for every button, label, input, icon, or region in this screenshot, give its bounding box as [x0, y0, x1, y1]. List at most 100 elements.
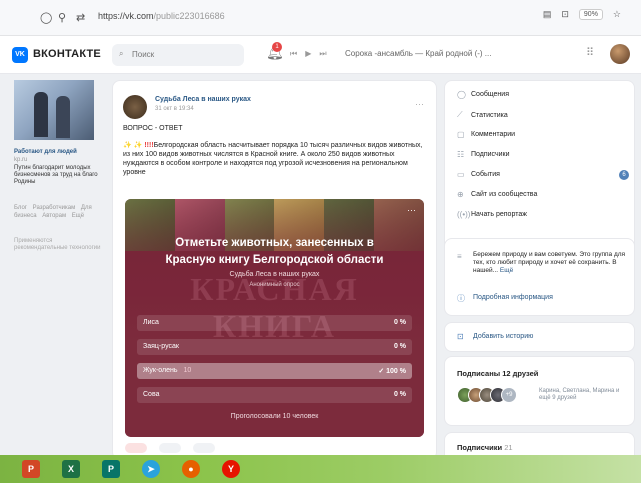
search-input[interactable]	[132, 50, 232, 59]
menu-item-label: Начать репортаж	[471, 211, 527, 218]
footer-links: Блог Разработчикам Для бизнеса Авторам Е…	[14, 204, 104, 220]
poll-option-label: Лиса	[143, 319, 159, 326]
previous-icon[interactable]: ⏮	[290, 49, 297, 59]
subscribers-title[interactable]: Подписчики 21	[457, 443, 513, 452]
poll-options: Лиса 0 % Заяц-русак 0 % Жук-олень 10 ✓ 10…	[137, 315, 412, 411]
link-authors[interactable]: Авторам	[42, 213, 66, 219]
reader-view-icon[interactable]: ▤	[543, 9, 552, 20]
search-icon: ⌕	[119, 49, 124, 58]
link-more[interactable]: Ещё	[72, 213, 84, 219]
info-icon: ⓘ	[457, 294, 465, 303]
poll-options-icon[interactable]: ···	[407, 205, 416, 215]
publisher-icon[interactable]: P	[102, 460, 120, 478]
like-button[interactable]	[125, 443, 147, 453]
poll-option[interactable]: Сова 0 %	[137, 387, 412, 403]
poll-type: Анонимный опрос	[249, 282, 300, 288]
community-menu: ◯ Сообщения ⟋ Статистика ▢ Комментарии ☷ Под…	[444, 80, 635, 256]
shield-icon[interactable]: ◯	[40, 11, 52, 24]
apps-grid-icon[interactable]: ⠿	[586, 46, 594, 59]
poll-author[interactable]: Судьба Леса в наших руках	[125, 271, 424, 278]
url-path: /public223016686	[153, 11, 225, 21]
now-playing[interactable]: Сорока -ансамбль — Край родной (-) ...	[345, 49, 491, 58]
post-author-avatar[interactable]	[123, 95, 147, 119]
ad-title[interactable]: Работают для людей	[14, 148, 104, 156]
menu-item-website[interactable]: ⊕ Сайт из сообщества	[457, 190, 629, 199]
poll: ··· КРАСНАЯ КНИГА Отметьте животных, зан…	[125, 199, 424, 437]
friends-subscribed: Подписаны 12 друзей +9 Карина, Светлана,…	[444, 356, 635, 426]
vk-logo[interactable]: VK	[12, 47, 28, 63]
menu-item-messages[interactable]: ◯ Сообщения	[457, 90, 629, 99]
more-friends-badge[interactable]: +9	[501, 387, 517, 403]
excel-icon[interactable]: X	[62, 460, 80, 478]
play-icon[interactable]: ▶	[305, 49, 311, 59]
comment-button[interactable]	[159, 443, 181, 453]
post-actions	[125, 443, 215, 453]
menu-item-label: Сайт из сообщества	[471, 191, 538, 198]
notifications-badge: 1	[272, 42, 282, 52]
message-icon: ◯	[457, 90, 466, 99]
link-blog[interactable]: Блог	[14, 205, 27, 211]
poll-option-percent: ✓ 100 %	[378, 368, 406, 375]
user-avatar[interactable]	[610, 44, 630, 64]
subscribers-icon: ☷	[457, 150, 465, 159]
zoom-level[interactable]: 90%	[578, 9, 603, 20]
more-link[interactable]: Ещё	[500, 267, 513, 274]
poll-vote-count[interactable]: Проголосовали 10 человек	[125, 413, 424, 420]
menu-item-broadcast[interactable]: ((•)) Начать репортаж	[457, 210, 629, 219]
add-story-link[interactable]: Добавить историю	[473, 333, 533, 340]
events-badge: 6	[619, 169, 629, 180]
link-developers[interactable]: Разработчикам	[33, 205, 76, 211]
menu-item-events[interactable]: ▭ События 6	[457, 169, 629, 180]
recommendation-note[interactable]: Применяются рекомендательные технологии	[14, 238, 104, 252]
lock-icon[interactable]: ⚲	[58, 11, 66, 24]
community-info: ≡ Бережем природу и вам советуем. Это гр…	[444, 238, 635, 316]
menu-item-label: Сообщения	[471, 91, 509, 98]
poll-option[interactable]: Заяц-русак 0 %	[137, 339, 412, 355]
poll-title-line2: Красную книгу Белгородской области	[165, 254, 384, 266]
poll-option[interactable]: Лиса 0 %	[137, 315, 412, 331]
more-options-icon[interactable]: ···	[415, 99, 424, 109]
description-icon: ≡	[457, 252, 462, 261]
share-button[interactable]	[193, 443, 215, 453]
comment-icon: ▢	[457, 130, 465, 139]
wall-post: Судьба Леса в наших руках 31 окт в 19:34…	[112, 80, 437, 460]
ad-image[interactable]	[14, 80, 94, 140]
yandex-browser-icon[interactable]: Y	[222, 460, 240, 478]
telegram-icon[interactable]: ➤	[142, 460, 160, 478]
add-story-card[interactable]: ⊡ Добавить историю	[444, 322, 635, 352]
menu-item-label: Комментарии	[471, 131, 516, 138]
poll-option-percent: 0 %	[393, 391, 406, 398]
menu-item-comments[interactable]: ▢ Комментарии	[457, 130, 629, 139]
screenshot-icon[interactable]: ⊡	[561, 9, 569, 20]
menu-item-statistics[interactable]: ⟋ Статистика	[457, 110, 629, 120]
stats-icon: ⟋	[457, 110, 463, 119]
friends-names[interactable]: Карина, Светлана, Марина и ещё 9 друзей	[539, 388, 631, 402]
post-body: Белгородская область насчитывает порядка…	[123, 142, 423, 176]
poll-option-percent: 0 %	[393, 319, 406, 326]
ad-text[interactable]: Путин благодарит молодых бизнесменов за …	[14, 165, 104, 186]
address-bar[interactable]: https://vk.com/public223016686	[98, 11, 225, 21]
menu-item-label: Подписчики	[471, 151, 510, 158]
powerpoint-icon[interactable]: P	[22, 460, 40, 478]
poll-title: Отметьте животных, занесенных в Красную …	[125, 235, 424, 269]
details-link[interactable]: Подробная информация	[473, 294, 553, 301]
friends-title[interactable]: Подписаны 12 друзей	[457, 369, 538, 378]
firefox-icon[interactable]: ●	[182, 460, 200, 478]
poll-option[interactable]: Жук-олень 10 ✓ 100 %	[137, 363, 412, 379]
poll-option-label: Сова	[143, 391, 160, 398]
add-story-icon: ⊡	[457, 332, 464, 341]
post-date[interactable]: 31 окт в 19:34	[155, 106, 194, 112]
broadcast-icon: ((•))	[457, 210, 471, 219]
left-sidebar: Работают для людей kp.ru Путин благодари…	[14, 80, 104, 252]
search-box[interactable]: ⌕	[112, 44, 244, 66]
menu-item-subscribers[interactable]: ☷ Подписчики	[457, 150, 629, 159]
poll-option-label: Заяц-русак	[143, 343, 179, 350]
friends-avatars[interactable]: +9	[457, 387, 517, 403]
site-name[interactable]: ВКОНТАКТЕ	[33, 48, 101, 60]
permissions-icon[interactable]: ⇄	[76, 11, 85, 24]
post-text: ✨ ✨ !!!!Белгородская область насчитывает…	[123, 141, 428, 177]
url-host: https://vk.com	[98, 11, 154, 21]
next-icon[interactable]: ⏭	[319, 49, 326, 59]
bookmark-star-icon[interactable]: ☆	[613, 9, 621, 20]
post-author[interactable]: Судьба Леса в наших руках	[155, 96, 251, 103]
